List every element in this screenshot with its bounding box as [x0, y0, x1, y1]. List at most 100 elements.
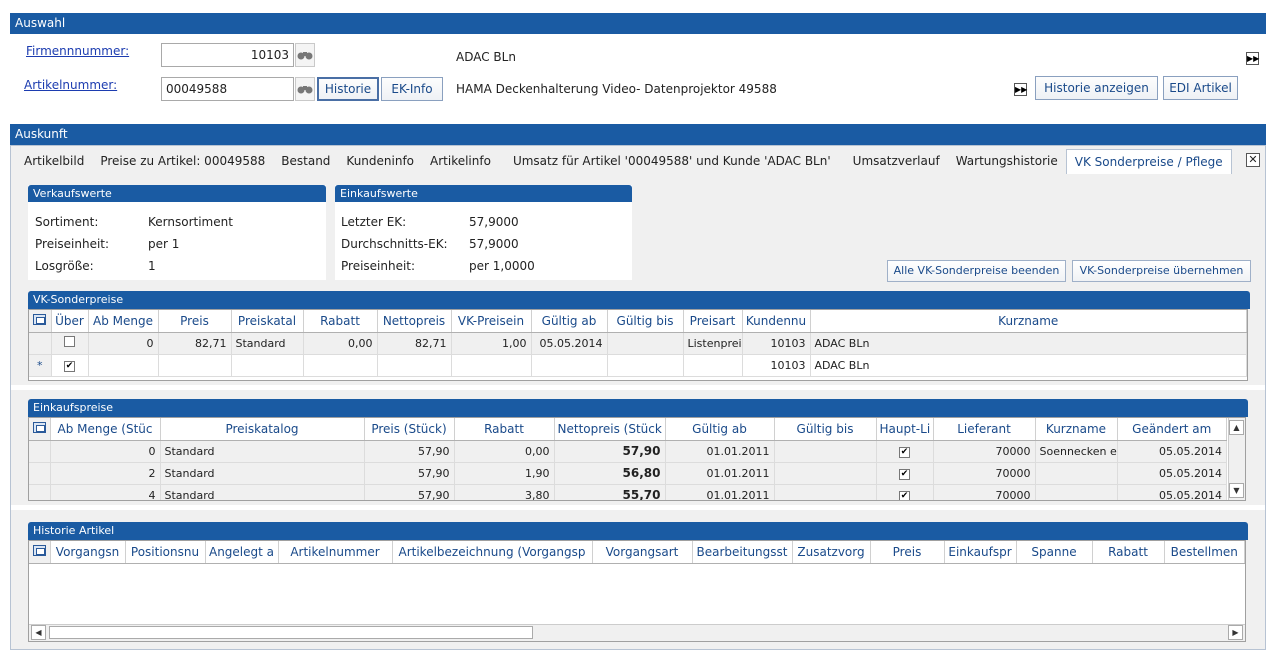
column-header[interactable]: Gültig ab [531, 310, 608, 333]
table-cell[interactable]: 70000 [933, 462, 1036, 485]
close-icon[interactable]: ✕ [1246, 153, 1260, 167]
haupt-lieferant-checkbox[interactable]: ✔ [876, 462, 934, 485]
table-cell[interactable]: 57,90 [554, 440, 666, 463]
table-cell[interactable]: Standard [160, 462, 365, 485]
edi-artikel-button[interactable]: EDI Artikel [1163, 76, 1238, 100]
table-cell[interactable] [683, 354, 743, 377]
column-header[interactable]: Preiskatal [231, 310, 304, 333]
column-header[interactable]: Ab Menge [88, 310, 159, 333]
table-cell[interactable]: 01.01.2011 [665, 484, 775, 500]
table-cell[interactable] [88, 354, 159, 377]
vertical-scrollbar[interactable]: ▲ ▼ [1228, 418, 1245, 500]
column-header[interactable]: Rabatt [303, 310, 378, 333]
table-cell[interactable]: 70000 [933, 484, 1036, 500]
haupt-lieferant-checkbox[interactable]: ✔ [876, 440, 934, 463]
table-cell[interactable]: 70000 [933, 440, 1036, 463]
checkbox-checked-icon[interactable]: ✔ [899, 491, 910, 500]
column-header[interactable]: Einkaufspr [944, 541, 1017, 564]
artikel-search-button[interactable] [295, 77, 315, 101]
table-cell[interactable]: 01.01.2011 [665, 440, 775, 463]
table-cell[interactable]: 55,70 [554, 484, 666, 500]
ueber-checkbox[interactable] [51, 332, 89, 355]
table-cell[interactable]: 2 [50, 462, 161, 485]
table-cell[interactable] [774, 440, 877, 463]
table-cell[interactable]: 05.05.2014 [531, 332, 608, 355]
column-chooser-icon[interactable] [29, 310, 52, 333]
scroll-down-icon[interactable]: ▼ [1229, 483, 1244, 498]
column-header[interactable]: Preis (Stück) [364, 418, 455, 441]
firma-search-button[interactable] [295, 43, 315, 67]
table-cell[interactable]: 82,71 [377, 332, 452, 355]
firmennummer-link[interactable]: Firmennnummer: [26, 44, 129, 58]
table-cell[interactable] [774, 462, 877, 485]
table-cell[interactable] [607, 332, 684, 355]
column-header[interactable]: Vorgangsart [592, 541, 693, 564]
table-cell[interactable] [607, 354, 684, 377]
ek-info-button[interactable]: EK-Info [381, 77, 443, 101]
horizontal-scrollbar[interactable]: ◀ ▶ [29, 624, 1245, 641]
table-cell[interactable]: 57,90 [364, 440, 455, 463]
checkbox-checked-icon[interactable]: ✔ [899, 447, 910, 458]
checkbox-icon[interactable] [64, 336, 75, 347]
column-header[interactable]: Kurzname [810, 310, 1247, 333]
column-header[interactable]: Rabatt [454, 418, 555, 441]
table-cell[interactable] [231, 354, 304, 377]
column-header[interactable]: Über [51, 310, 89, 333]
table-cell[interactable]: 0,00 [303, 332, 378, 355]
table-cell[interactable]: Standard [231, 332, 304, 355]
row-selector[interactable] [29, 462, 51, 485]
table-cell[interactable]: 57,90 [364, 462, 455, 485]
column-header[interactable]: Kundennu [742, 310, 811, 333]
table-cell[interactable]: 4 [50, 484, 161, 500]
artikelnummer-link[interactable]: Artikelnummer: [24, 78, 117, 92]
column-header[interactable]: Nettopreis (Stück [554, 418, 666, 441]
scroll-thumb[interactable] [49, 626, 533, 639]
scroll-up-icon[interactable]: ▲ [1229, 420, 1244, 435]
table-cell[interactable] [774, 484, 877, 500]
table-cell[interactable]: 1,90 [454, 462, 555, 485]
row-selector[interactable] [29, 484, 51, 500]
table-cell[interactable]: 05.05.2014 [1117, 484, 1227, 500]
table-row[interactable]: 0 82,71 Standard 0,00 82,71 1,00 05.05.2… [29, 332, 1247, 355]
column-header[interactable]: Nettopreis [377, 310, 452, 333]
scroll-right-icon[interactable]: ▶ [1228, 625, 1243, 640]
table-cell[interactable]: 01.01.2011 [665, 462, 775, 485]
artikelnummer-input[interactable]: 00049588 [161, 77, 294, 101]
column-header[interactable]: Positionsnu [125, 541, 206, 564]
historie-button[interactable]: Historie [317, 77, 379, 101]
column-header[interactable]: Kurzname [1035, 418, 1118, 441]
table-row[interactable]: 2 Standard 57,90 1,90 56,80 01.01.2011 ✔… [29, 462, 1227, 485]
checkbox-checked-icon[interactable]: ✔ [64, 361, 75, 372]
table-row[interactable]: 0 Standard 57,90 0,00 57,90 01.01.2011 ✔… [29, 440, 1227, 463]
ueber-checkbox[interactable]: ✔ [51, 354, 89, 377]
column-header[interactable]: Preisart [683, 310, 743, 333]
table-cell[interactable]: 0,00 [454, 440, 555, 463]
table-cell[interactable]: 10103 [742, 332, 811, 355]
table-cell[interactable]: 0 [88, 332, 159, 355]
scroll-left-icon[interactable]: ◀ [31, 625, 46, 640]
table-row[interactable]: 4 Standard 57,90 3,80 55,70 01.01.2011 ✔… [29, 484, 1227, 500]
tab-umsatz[interactable]: Umsatz für Artikel '00049588' und Kunde … [505, 149, 839, 174]
column-header[interactable]: Gültig ab [665, 418, 775, 441]
column-chooser-icon[interactable] [29, 541, 51, 564]
column-header[interactable]: Angelegt a [205, 541, 279, 564]
tab-vk-sonderpreise[interactable]: VK Sonderpreise / Pflege [1065, 149, 1232, 174]
table-cell[interactable]: 56,80 [554, 462, 666, 485]
vk-sonderpreise-uebernehmen-button[interactable]: VK-Sonderpreise übernehmen [1072, 260, 1251, 282]
column-header[interactable]: Vorgangsn [50, 541, 126, 564]
alle-vk-sonderpreise-beenden-button[interactable]: Alle VK-Sonderpreise beenden [887, 260, 1066, 282]
row-selector[interactable] [29, 332, 52, 355]
column-header[interactable]: Geändert am [1117, 418, 1227, 441]
expand-arrow-icon[interactable]: ▶▶ [1014, 83, 1027, 96]
column-header[interactable]: VK-Preisein [451, 310, 532, 333]
table-cell[interactable]: 82,71 [158, 332, 232, 355]
column-header[interactable]: Spanne [1016, 541, 1093, 564]
table-cell[interactable] [1035, 484, 1118, 500]
table-cell[interactable]: 05.05.2014 [1117, 462, 1227, 485]
column-header[interactable]: Bestellmen [1164, 541, 1245, 564]
column-header[interactable]: Preis [158, 310, 232, 333]
table-cell[interactable]: 57,90 [364, 484, 455, 500]
table-cell[interactable]: Standard [160, 484, 365, 500]
table-cell[interactable]: 3,80 [454, 484, 555, 500]
table-cell[interactable] [158, 354, 232, 377]
